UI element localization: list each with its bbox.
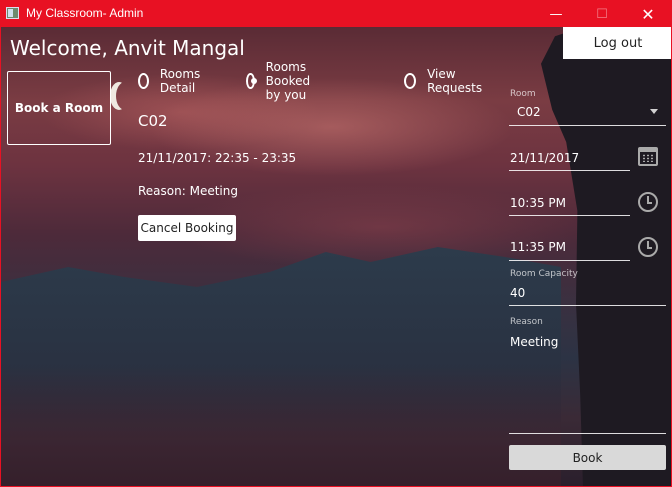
radio-circle-selected[interactable] xyxy=(246,73,257,89)
background-haze xyxy=(1,367,561,486)
clock-icon[interactable] xyxy=(638,192,658,212)
window-title: My Classroom- Admin xyxy=(26,6,144,20)
radio-view-requests[interactable]: View Requests xyxy=(404,67,486,95)
reason-textarea[interactable]: Meeting xyxy=(510,335,558,349)
booked-reason: Reason: Meeting xyxy=(138,184,238,198)
cancel-booking-button[interactable]: Cancel Booking xyxy=(138,215,236,241)
maximize-button[interactable]: ☐ xyxy=(579,1,625,27)
radio-label: Rooms Detail xyxy=(159,67,201,95)
capacity-label: Room Capacity xyxy=(510,269,578,279)
radio-label: View Requests xyxy=(427,67,483,95)
chevron-down-icon[interactable] xyxy=(650,109,658,114)
capacity-field[interactable]: 40 xyxy=(510,286,525,300)
room-label: Room xyxy=(510,89,536,99)
date-field[interactable]: 21/11/2017 xyxy=(510,151,579,165)
moon-decoration xyxy=(116,82,134,110)
book-room-button[interactable]: Book a Room xyxy=(7,71,111,145)
radio-label: Rooms Booked by you xyxy=(265,60,311,102)
booked-room-code: C02 xyxy=(138,112,168,130)
close-button[interactable]: ✕ xyxy=(625,1,671,27)
reason-label: Reason xyxy=(510,317,543,327)
booked-time: 21/11/2017: 22:35 - 23:35 xyxy=(138,151,297,165)
room-select-underline xyxy=(509,125,666,126)
app-icon xyxy=(6,7,19,19)
room-select[interactable]: C02 xyxy=(517,105,541,119)
radio-rooms-booked[interactable]: Rooms Booked by you xyxy=(246,60,317,102)
welcome-heading: Welcome, Anvit Mangal xyxy=(10,36,245,60)
logout-button[interactable]: Log out xyxy=(563,27,671,59)
title-bar[interactable]: My Classroom- Admin — ☐ ✕ xyxy=(1,1,671,27)
book-button[interactable]: Book xyxy=(509,445,666,470)
start-time-underline xyxy=(509,215,630,216)
radio-circle[interactable] xyxy=(404,73,417,89)
radio-circle[interactable] xyxy=(138,73,149,89)
minimize-button[interactable]: — xyxy=(533,1,579,27)
app-window: My Classroom- Admin — ☐ ✕ Log out Welcom… xyxy=(0,0,672,487)
end-time-field[interactable]: 11:35 PM xyxy=(510,240,566,254)
date-field-underline xyxy=(509,170,630,171)
radio-rooms-detail[interactable]: Rooms Detail xyxy=(138,67,205,95)
capacity-underline xyxy=(509,305,666,306)
end-time-underline xyxy=(509,260,630,261)
reason-underline xyxy=(509,433,666,434)
calendar-icon[interactable] xyxy=(638,147,658,166)
start-time-field[interactable]: 10:35 PM xyxy=(510,196,566,210)
clock-icon[interactable] xyxy=(638,237,658,257)
